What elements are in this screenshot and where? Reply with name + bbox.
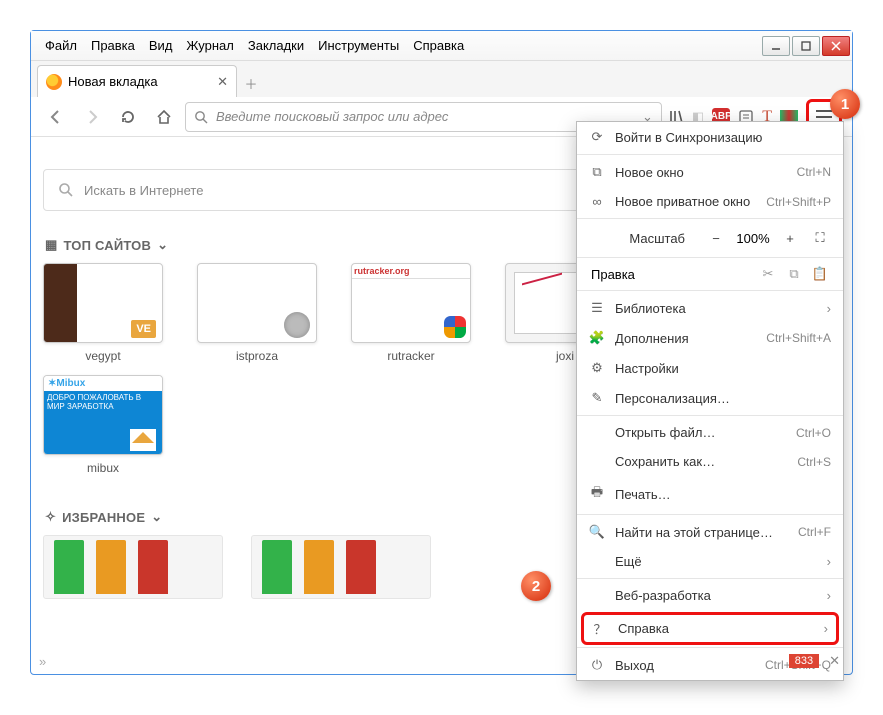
menu-edit-row: Правка ✂ ⧉ 📋 [577, 260, 843, 288]
grid-icon: ▦ [45, 237, 57, 253]
menu-addons[interactable]: 🧩ДополненияCtrl+Shift+A [577, 323, 843, 353]
chevron-right-icon: › [827, 588, 831, 603]
reload-button[interactable] [113, 102, 143, 132]
menu-bookmarks[interactable]: Закладки [242, 34, 310, 57]
menu-private-window[interactable]: ∞Новое приватное окноCtrl+Shift+P [577, 187, 843, 216]
status-badge[interactable]: 833 [789, 654, 819, 668]
menu-new-window[interactable]: ⧉Новое окноCtrl+N [577, 157, 843, 187]
menu-help[interactable]: Справка [407, 34, 470, 57]
menu-more[interactable]: Ещё› [577, 547, 843, 576]
menu-open-file[interactable]: Открыть файл…Ctrl+O [577, 418, 843, 447]
url-placeholder: Введите поисковый запрос или адрес [216, 109, 448, 124]
library-icon: ☰ [589, 300, 605, 316]
menu-library[interactable]: ☰Библиотека› [577, 293, 843, 323]
tile-mibux[interactable]: ✶MibuxДОБРО ПОЖАЛОВАТЬ В МИР ЗАРАБОТКАmi… [43, 375, 163, 481]
content-search-placeholder: Искать в Интернете [84, 183, 203, 198]
firefox-icon [46, 74, 62, 90]
brush-icon: ✎ [589, 390, 605, 406]
help-icon: ？ [592, 619, 608, 638]
status-bar: » 833 ✕ [33, 650, 850, 672]
status-close-icon[interactable]: ✕ [819, 653, 850, 669]
menu-print[interactable]: 🖶Печать… [577, 476, 843, 512]
chevron-down-icon: ⌄ [157, 237, 168, 253]
puzzle-icon: 🧩 [589, 330, 605, 346]
window-close-button[interactable] [822, 36, 850, 56]
new-tab-button[interactable]: ＋ [237, 69, 265, 97]
fullscreen-button[interactable]: ⛶ [807, 227, 833, 249]
search-icon [58, 182, 74, 198]
search-icon: 🔍 [589, 524, 605, 540]
app-menu-popup: ⟳Войти в Синхронизацию ⧉Новое окноCtrl+N… [576, 121, 844, 681]
chevron-right-icon: › [827, 554, 831, 569]
zoom-value: 100% [733, 231, 773, 246]
paste-icon[interactable]: 📋 [807, 266, 833, 282]
window-icon: ⧉ [589, 164, 605, 180]
menu-edit[interactable]: Правка [85, 34, 141, 57]
menu-help[interactable]: ？Справка› [581, 612, 839, 645]
menu-file[interactable]: Файл [39, 34, 83, 57]
tile-vegypt[interactable]: vegypt [43, 263, 163, 369]
sync-icon: ⟳ [589, 129, 605, 145]
tile-rutracker[interactable]: rutracker.orgrutracker [351, 263, 471, 369]
menu-settings[interactable]: ⚙Настройки [577, 353, 843, 383]
menu-view[interactable]: Вид [143, 34, 179, 57]
chevron-right-icon: › [827, 301, 831, 316]
chevron-right-icon: › [824, 621, 828, 636]
star-icon: ✧ [45, 509, 56, 525]
window-maximize-button[interactable] [792, 36, 820, 56]
callout-1: 1 [830, 89, 860, 119]
tile-istproza[interactable]: istproza [197, 263, 317, 369]
zoom-out-button[interactable]: − [703, 227, 729, 249]
copy-icon[interactable]: ⧉ [781, 266, 807, 282]
menu-find[interactable]: 🔍Найти на этой странице…Ctrl+F [577, 517, 843, 547]
print-icon: 🖶 [589, 483, 605, 505]
tab-title: Новая вкладка [68, 74, 158, 89]
favorite-item[interactable] [43, 535, 223, 599]
home-button[interactable] [149, 102, 179, 132]
menu-tools[interactable]: Инструменты [312, 34, 405, 57]
favorite-item[interactable] [251, 535, 431, 599]
gear-icon: ⚙ [589, 360, 605, 376]
more-chevron-icon[interactable]: » [33, 654, 46, 669]
window-minimize-button[interactable] [762, 36, 790, 56]
menu-customize[interactable]: ✎Персонализация… [577, 383, 843, 413]
forward-button[interactable] [77, 102, 107, 132]
menu-save-as[interactable]: Сохранить как…Ctrl+S [577, 447, 843, 476]
menu-history[interactable]: Журнал [180, 34, 239, 57]
back-button[interactable] [41, 102, 71, 132]
browser-window: Файл Правка Вид Журнал Закладки Инструме… [30, 30, 853, 675]
menu-zoom: Масштаб − 100% + ⛶ [577, 221, 843, 255]
callout-2: 2 [521, 571, 551, 601]
zoom-in-button[interactable]: + [777, 227, 803, 249]
mask-icon: ∞ [589, 194, 605, 209]
menubar: Файл Правка Вид Журнал Закладки Инструме… [31, 31, 852, 61]
search-icon [194, 110, 208, 124]
menu-webdev[interactable]: Веб-разработка› [577, 581, 843, 610]
tab-strip: Новая вкладка ✕ ＋ [31, 61, 852, 97]
tab-current[interactable]: Новая вкладка ✕ [37, 65, 237, 97]
chevron-down-icon: ⌄ [151, 509, 162, 525]
tab-close-button[interactable]: ✕ [217, 74, 228, 90]
menu-sync[interactable]: ⟳Войти в Синхронизацию [577, 122, 843, 152]
cut-icon[interactable]: ✂ [755, 266, 781, 282]
